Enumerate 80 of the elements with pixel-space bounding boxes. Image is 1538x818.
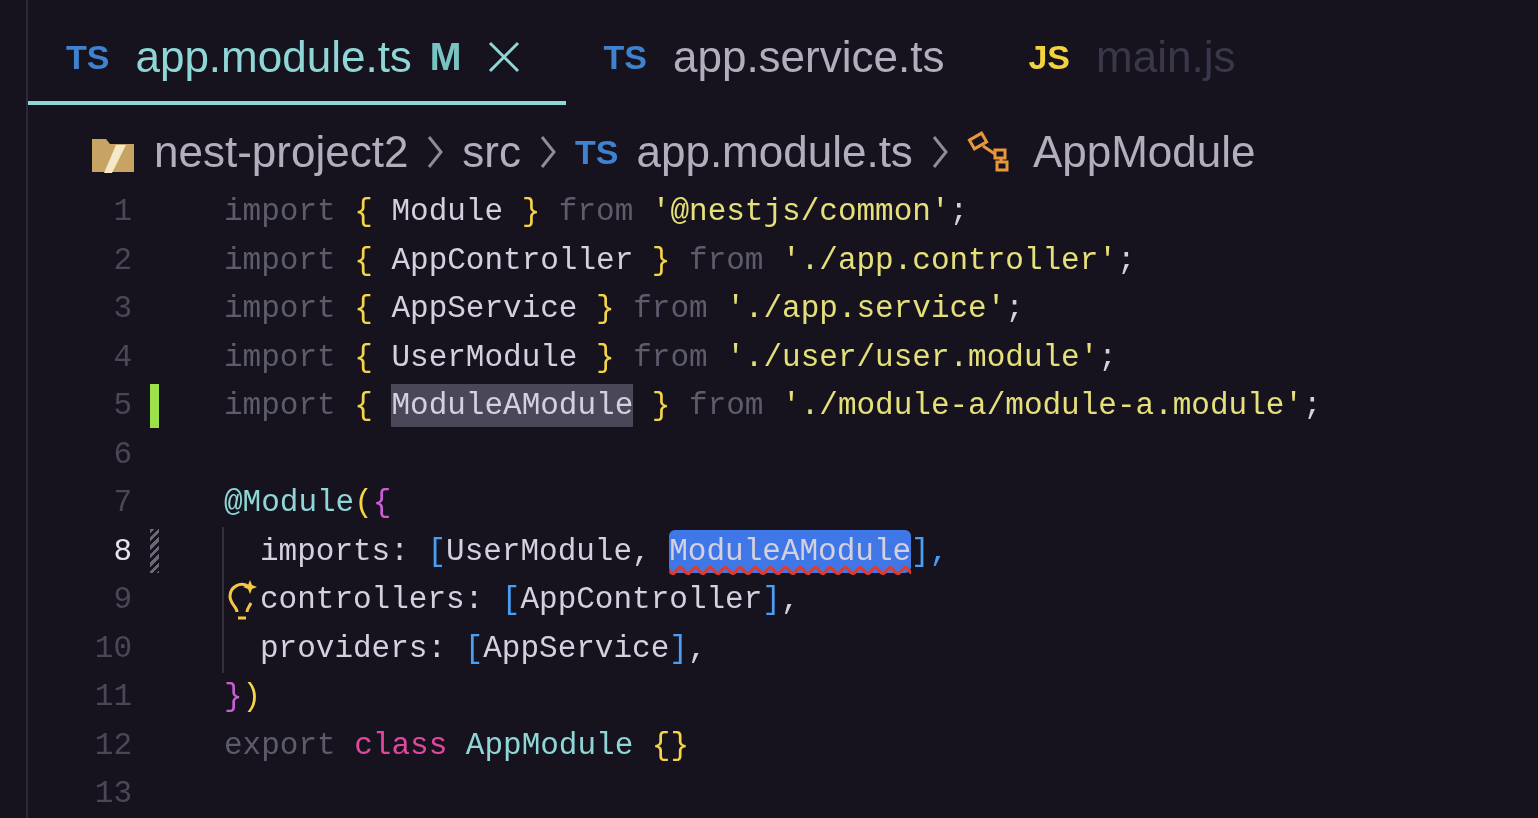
close-icon[interactable] [487,41,520,74]
code-token: providers: [260,630,447,666]
file-type-icon: JS [1028,37,1071,77]
code-token: { [354,242,373,278]
code-token: ; [949,194,969,230]
code-token: export [224,727,336,763]
code-token: { [372,485,392,521]
code-token: ; [1116,242,1136,278]
line-number: 11 [93,679,132,715]
file-type-icon: TS [603,37,647,77]
code-token: './app.controller' [782,242,1117,278]
code-token: ModuleAModule [391,384,634,428]
code-token: {} [651,727,690,763]
breadcrumb-item[interactable]: AppModule [1032,127,1256,177]
code-token: ModuleAModule [669,529,912,573]
code-token: [AppService], [464,630,707,666]
code-token: './module-a/module-a.module' [782,388,1303,424]
code-token: import [224,194,336,230]
code-token: @Module [224,485,355,521]
code-token: import [224,388,336,424]
code-token: ; [1005,291,1024,327]
code-token: '@nestjs/common' [651,194,950,230]
code-token: from [558,194,634,230]
code-token: } [596,339,615,375]
line-number: 12 [93,727,132,763]
code-token: imports: [260,533,409,569]
code-token: './user/user.module' [726,339,1099,375]
line-number: 8 [112,533,132,569]
code-token: } [596,291,615,327]
code-token: ; [1302,388,1322,424]
line-number: 5 [112,388,132,424]
file-type-icon: TS [575,132,619,172]
breadcrumb-item[interactable]: src [462,127,521,177]
line-number: 7 [112,485,132,521]
code-token: ], [911,533,949,569]
line-number: 1 [112,194,132,230]
breadcrumb-item[interactable]: app.module.ts [636,127,913,177]
chevron-icon [539,134,557,170]
code-token: ) [242,679,262,715]
chevron-icon [930,134,949,170]
editor-tab[interactable]: TS app.module.ts M [28,0,566,105]
code-token: [AppController], [501,582,800,618]
code-token: { [354,388,373,424]
code-token: from [689,388,764,424]
line-number: 3 [112,291,132,327]
code-token: ; [1098,339,1117,375]
line-number: 13 [93,776,132,812]
line-number: 4 [112,339,132,375]
code-token: { [354,194,373,230]
code-token: class [354,727,448,763]
file-type-icon: TS [66,37,110,77]
code-token: AppModule [465,727,634,763]
code-token: from [633,291,708,327]
code-token: controllers: [260,582,484,618]
code-token: ( [354,485,373,521]
code-token: import [224,242,336,278]
code-token: } [651,388,671,424]
code-token: AppController [391,242,634,278]
code-token: { [354,339,373,375]
code-token: import [224,291,336,327]
code-token: './app.service' [726,291,1006,327]
editor-tab[interactable]: TS app.service.ts [565,0,991,105]
code-token: } [651,242,671,278]
code-token: UserModule [391,339,578,375]
breadcrumb-item[interactable]: nest-project2 [154,127,409,177]
code-token: [UserModule, [427,533,651,569]
code-token: AppService [391,291,578,327]
line-number: 9 [112,582,132,618]
line-number: 2 [112,242,132,278]
line-number: 10 [93,630,132,666]
line-number: 6 [112,436,132,472]
code-token: from [633,339,708,375]
code-token: } [521,194,541,230]
code-token: } [224,679,243,715]
code-token: import [224,339,336,375]
chevron-icon [426,134,445,170]
code-token: { [354,291,373,327]
code-token: from [689,242,764,278]
modified-status: M [429,35,462,79]
code-token: Module [391,194,504,230]
